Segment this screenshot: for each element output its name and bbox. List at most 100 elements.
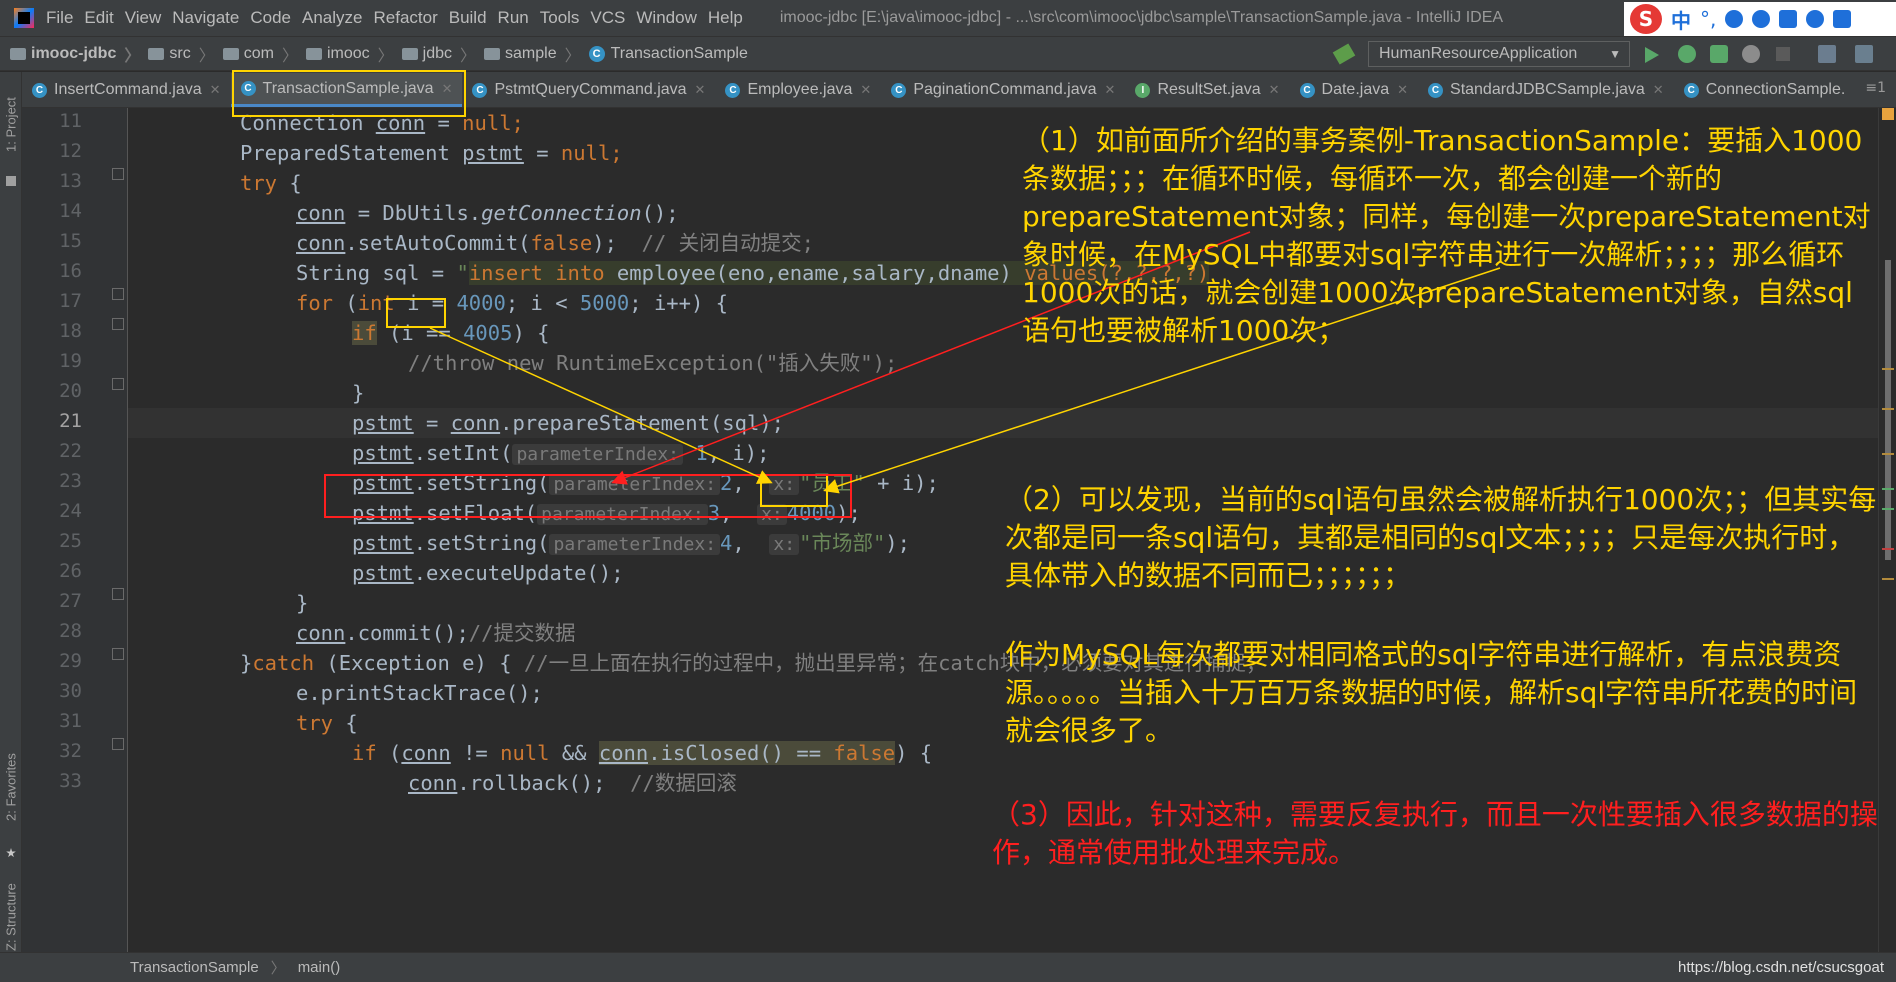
close-icon[interactable]: ✕: [1105, 82, 1116, 98]
line-number: 11: [59, 110, 82, 132]
menu-code[interactable]: Code: [250, 8, 291, 28]
menu-tools[interactable]: Tools: [540, 8, 580, 28]
fold-marker-icon[interactable]: [112, 168, 124, 180]
menu-edit[interactable]: Edit: [84, 8, 113, 28]
close-icon[interactable]: ✕: [860, 82, 871, 98]
ime-toolbar[interactable]: S 中 °,: [1624, 2, 1896, 36]
fold-marker-icon[interactable]: [112, 648, 124, 660]
breadcrumb-imooc[interactable]: imooc 〉: [305, 42, 402, 66]
menu-vcs[interactable]: VCS: [590, 8, 625, 28]
close-icon[interactable]: ✕: [210, 82, 221, 98]
status-bar: TransactionSample 〉 main() https://blog.…: [0, 952, 1896, 982]
close-icon[interactable]: ✕: [1269, 82, 1280, 98]
menu-help[interactable]: Help: [708, 8, 743, 28]
code-token: //throw new RuntimeException("插入失败");: [408, 351, 898, 375]
breadcrumb-label: jdbc: [422, 44, 453, 62]
close-icon[interactable]: ✕: [695, 82, 706, 98]
tab-standard-jdbc-sample[interactable]: C StandardJDBCSample.java ✕: [1418, 73, 1674, 107]
close-icon[interactable]: ✕: [1397, 82, 1408, 98]
code-line-33: conn.rollback(); //数据回滚: [408, 768, 737, 798]
code-token: .setString(: [413, 531, 550, 555]
project-folder-icon[interactable]: [6, 176, 16, 186]
fold-marker-icon[interactable]: [112, 378, 124, 390]
coverage-icon[interactable]: [1710, 45, 1728, 63]
code-token: );: [885, 531, 910, 555]
tab-connection-sample[interactable]: C ConnectionSample.: [1674, 73, 1856, 107]
tab-pagination-command[interactable]: C PaginationCommand.java ✕: [881, 73, 1125, 107]
stop-icon[interactable]: [1776, 47, 1790, 61]
ime-lang-toggle[interactable]: 中: [1671, 5, 1691, 34]
tab-insert-command[interactable]: C InsertCommand.java ✕: [22, 73, 231, 107]
menu-view[interactable]: View: [125, 8, 162, 28]
change-mark[interactable]: [1882, 508, 1894, 510]
tab-resultset[interactable]: I ResultSet.java ✕: [1125, 73, 1289, 107]
error-mark[interactable]: [1882, 548, 1894, 550]
emoji-icon[interactable]: [1725, 10, 1744, 28]
code-token: insert into: [468, 261, 605, 285]
warning-mark[interactable]: [1882, 578, 1894, 580]
menu-run[interactable]: Run: [498, 8, 529, 28]
fold-marker-icon[interactable]: [112, 318, 124, 330]
tools-grid-icon[interactable]: [1833, 10, 1852, 28]
code-token: .executeUpdate();: [413, 561, 624, 585]
scrollbar-thumb[interactable]: [1885, 260, 1891, 560]
fold-marker-icon[interactable]: [112, 738, 124, 750]
close-icon[interactable]: ✕: [1653, 82, 1664, 98]
profile-icon[interactable]: [1742, 45, 1760, 63]
run-icon[interactable]: [1645, 47, 1659, 63]
run-configuration-select[interactable]: HumanResourceApplication ▼: [1368, 41, 1630, 67]
breadcrumb-project[interactable]: imooc-jdbc 〉: [10, 42, 148, 66]
status-breadcrumb-method[interactable]: main(): [298, 959, 341, 976]
menu-refactor[interactable]: Refactor: [373, 8, 437, 28]
code-line-19: //throw new RuntimeException("插入失败");: [408, 348, 897, 378]
project-tool-button[interactable]: 1: Project: [0, 80, 22, 170]
line-number: 31: [59, 710, 82, 732]
tab-pstmt-query-command[interactable]: C PstmtQueryCommand.java ✕: [462, 73, 715, 107]
breadcrumb-src[interactable]: src 〉: [148, 42, 222, 66]
code-token: pstmt: [462, 141, 524, 165]
change-mark[interactable]: [1882, 488, 1894, 490]
sogou-logo-icon[interactable]: S: [1630, 4, 1662, 34]
code-token: ,: [732, 531, 770, 555]
fold-marker-icon[interactable]: [112, 288, 124, 300]
tab-date[interactable]: C Date.java ✕: [1290, 73, 1419, 107]
code-token: }: [352, 381, 365, 405]
keyboard-icon[interactable]: [1779, 10, 1798, 28]
fold-marker-icon[interactable]: [112, 588, 124, 600]
warning-mark[interactable]: [1882, 408, 1894, 410]
warning-mark[interactable]: [1882, 453, 1894, 455]
menu-build[interactable]: Build: [449, 8, 487, 28]
menu-window[interactable]: Window: [636, 8, 696, 28]
skin-icon[interactable]: [1806, 10, 1825, 28]
status-breadcrumb-class[interactable]: TransactionSample: [130, 959, 259, 976]
menu-analyze[interactable]: Analyze: [302, 8, 362, 28]
class-icon: C: [32, 82, 47, 98]
menu-file[interactable]: File: [46, 8, 73, 28]
code-token: null: [560, 141, 611, 165]
line-number: 15: [59, 230, 82, 252]
line-number: 30: [59, 680, 82, 702]
build-hammer-icon[interactable]: [1332, 43, 1356, 65]
breadcrumb-jdbc[interactable]: jdbc 〉: [401, 42, 484, 66]
code-token: String: [296, 261, 383, 285]
settings-icon[interactable]: [1855, 45, 1873, 63]
breadcrumb-com[interactable]: com 〉: [222, 42, 306, 66]
microphone-icon[interactable]: [1752, 10, 1771, 28]
menu-navigate[interactable]: Navigate: [172, 8, 239, 28]
tab-employee[interactable]: C Employee.java ✕: [715, 73, 881, 107]
project-structure-icon[interactable]: [1818, 45, 1836, 63]
code-token: 4: [720, 531, 733, 555]
breadcrumb-class[interactable]: C TransactionSample: [588, 45, 748, 63]
favorites-tool-button[interactable]: 2: Favorites: [0, 732, 22, 842]
breadcrumb-sample[interactable]: sample 〉: [484, 42, 589, 66]
code-token: .commit();: [345, 621, 469, 645]
parameter-hint: x:: [769, 534, 800, 555]
debug-icon[interactable]: [1678, 45, 1696, 63]
error-stripe[interactable]: [1878, 108, 1896, 952]
punctuation-icon[interactable]: °,: [1700, 7, 1716, 31]
annotation-note-1: （1）如前面所介绍的事务案例-TransactionSample：要插入1000…: [1022, 124, 1871, 347]
show-all-tabs-button[interactable]: ≡1: [1865, 80, 1886, 96]
warning-mark[interactable]: [1882, 368, 1894, 370]
code-token: null: [500, 741, 550, 765]
inspection-status-icon[interactable]: [1882, 108, 1894, 120]
